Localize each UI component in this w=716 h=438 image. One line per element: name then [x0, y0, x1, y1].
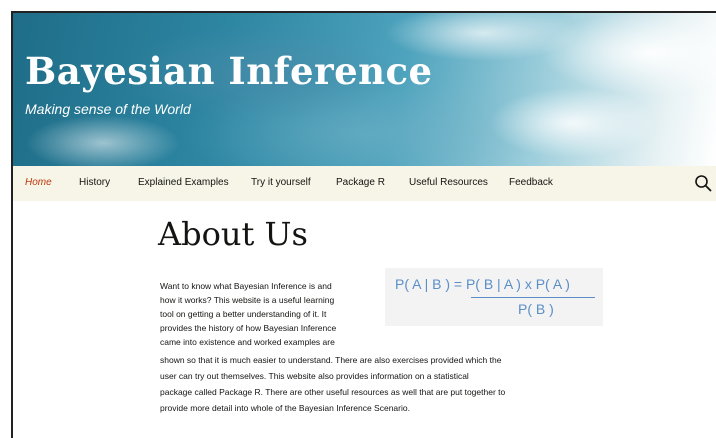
paragraph-line: came into existence and worked examples …: [160, 337, 335, 347]
nav-item-feedback[interactable]: Feedback: [509, 177, 553, 188]
paragraph-line: tool on getting a better understanding o…: [160, 309, 327, 319]
nav-item-package-r[interactable]: Package R: [336, 177, 385, 188]
paragraph-line: provides the history of how Bayesian Inf…: [160, 323, 337, 333]
formula-denominator: P( B ): [518, 301, 554, 317]
main-navigation: Home History Explained Examples Try it y…: [13, 166, 716, 201]
bayes-formula-image: P( A | B ) = P( B | A ) x P( A ) P( B ): [385, 268, 603, 326]
site-title[interactable]: Bayesian Inference: [25, 49, 433, 93]
paragraph-line: provide more detail into whole of the Ba…: [160, 403, 410, 413]
fraction-bar: [471, 297, 595, 298]
page-title: About Us: [158, 215, 308, 253]
paragraph-line: Want to know what Bayesian Inference is …: [160, 281, 332, 291]
nav-item-history[interactable]: History: [79, 177, 110, 188]
formula-numerator: P( A | B ) = P( B | A ) x P( A ): [395, 276, 570, 292]
site-header: Bayesian Inference Making sense of the W…: [13, 13, 716, 166]
nav-item-try-it-yourself[interactable]: Try it yourself: [251, 177, 311, 188]
nav-item-explained-examples[interactable]: Explained Examples: [138, 177, 229, 188]
paragraph-line: package called Package R. There are othe…: [160, 387, 506, 397]
site-tagline: Making sense of the World: [25, 101, 191, 117]
paragraph-line: how it works? This website is a useful l…: [160, 295, 335, 305]
nav-item-useful-resources[interactable]: Useful Resources: [409, 177, 488, 188]
paragraph-line: shown so that it is much easier to under…: [160, 355, 502, 365]
nav-item-home[interactable]: Home: [25, 177, 52, 188]
paragraph-line: user can try out themselves. This websit…: [160, 371, 469, 381]
search-icon[interactable]: [694, 174, 712, 192]
